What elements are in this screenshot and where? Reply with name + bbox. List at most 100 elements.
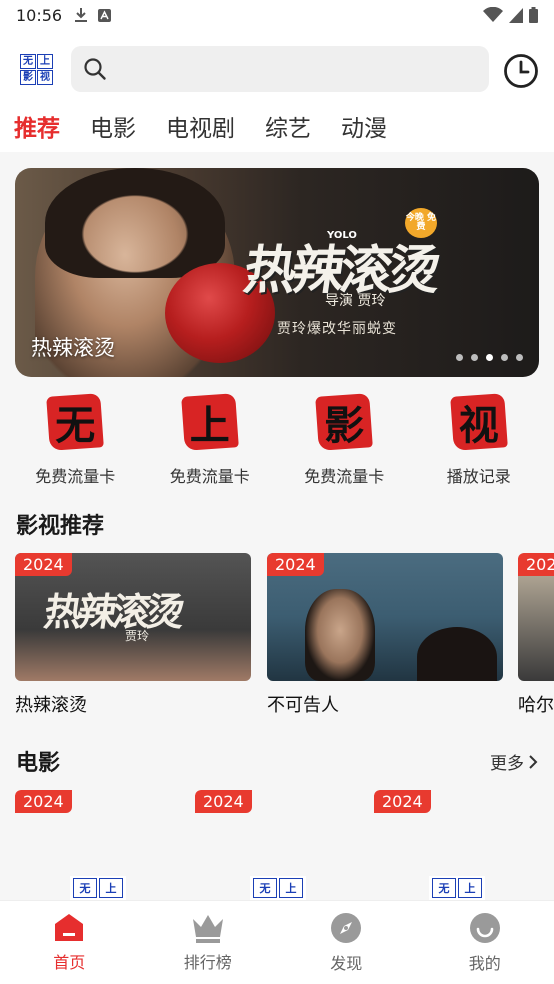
- wifi-icon: [483, 7, 503, 22]
- placeholder-logo: 无上: [250, 876, 306, 900]
- pagination-dot[interactable]: [471, 354, 478, 361]
- card-thumbnail: 2024: [267, 553, 503, 681]
- crown-icon: [192, 914, 223, 943]
- app-logo: 无 上 影 视: [20, 54, 53, 85]
- card-thumbnail: 2024: [518, 553, 554, 681]
- pagination-dot-active[interactable]: [486, 354, 493, 361]
- year-tag: 2024: [15, 553, 72, 576]
- nav-discover[interactable]: 发现: [296, 912, 396, 974]
- more-label: 更多: [490, 754, 524, 774]
- status-time: 10:56: [16, 5, 63, 25]
- nav-label: 我的: [468, 953, 501, 973]
- bottom-navigation: 首页 排行榜 发现 我的: [0, 900, 554, 984]
- recommend-card[interactable]: 2024 哈尔: [518, 553, 554, 717]
- pagination-dot[interactable]: [456, 354, 463, 361]
- brush-glyph-icon: 上: [179, 391, 241, 453]
- quick-nav-play-history[interactable]: 视 播放记录: [414, 391, 544, 487]
- chevron-right-icon: [529, 754, 538, 769]
- hero-banner[interactable]: YOLO 热辣滚烫 今晚 免费 导演 贾玲 贾玲爆改华丽蜕变 热辣滚烫: [15, 168, 539, 377]
- nav-label: 发现: [330, 953, 363, 973]
- banner-poster-hair: [45, 168, 225, 278]
- tab-anime[interactable]: 动漫: [341, 109, 387, 143]
- movie-card[interactable]: 2024 无上: [195, 790, 360, 900]
- category-tabs: 推荐 电影 电视剧 综艺 动漫: [14, 108, 387, 144]
- year-tag: 2024: [267, 553, 324, 576]
- tab-tv-series[interactable]: 电视剧: [166, 109, 235, 143]
- quick-nav-free-data-card-1[interactable]: 无 免费流量卡: [10, 391, 140, 487]
- year-tag: 2024: [374, 790, 431, 813]
- logo-char: 无: [253, 878, 277, 898]
- recommend-card[interactable]: 热辣滚烫 贾玲 2024 热辣滚烫: [15, 553, 251, 717]
- card-title: 热辣滚烫: [15, 695, 87, 716]
- logo-char: 上: [37, 54, 53, 69]
- banner-badge: 今晚 免费: [405, 208, 437, 238]
- quick-glyph: 视: [458, 402, 499, 449]
- brush-glyph-icon: 影: [313, 391, 375, 453]
- card-thumbnail: 2024 无上: [374, 790, 539, 900]
- nav-label: 首页: [53, 952, 86, 972]
- section-title-movies: 电影: [16, 751, 61, 776]
- logo-char: 上: [458, 878, 482, 898]
- banner-director-label: 导演: [325, 293, 353, 309]
- search-input[interactable]: [71, 46, 489, 92]
- card-thumbnail: 热辣滚烫 贾玲 2024: [15, 553, 251, 681]
- placeholder-logo: 无上: [70, 876, 126, 900]
- profile-icon: [469, 912, 500, 943]
- quick-glyph: 影: [324, 402, 365, 449]
- nav-home[interactable]: 首页: [19, 913, 119, 973]
- more-movies-link[interactable]: 更多: [490, 749, 538, 774]
- year-tag: 2024: [15, 790, 72, 813]
- recommend-card[interactable]: 2024 不可告人: [267, 553, 503, 717]
- card-title: 哈尔: [518, 695, 554, 716]
- download-icon: [75, 8, 88, 22]
- pagination-dot[interactable]: [516, 354, 523, 361]
- nav-label: 排行榜: [183, 952, 232, 972]
- main-content: YOLO 热辣滚烫 今晚 免费 导演 贾玲 贾玲爆改华丽蜕变 热辣滚烫 无 免费…: [0, 152, 554, 900]
- year-tag: 2024: [195, 790, 252, 813]
- quick-nav-label: 播放记录: [446, 467, 511, 486]
- quick-glyph: 无: [55, 402, 96, 449]
- banner-pagination: [456, 354, 523, 361]
- card-thumbnail: 2024 无上: [195, 790, 360, 900]
- card-thumbnail: 2024 无上: [15, 790, 180, 900]
- quick-nav: 无 免费流量卡 上 免费流量卡 影 免费流量卡 视 播放记录: [8, 391, 546, 487]
- section-title-recommend: 影视推荐: [16, 514, 105, 539]
- banner-title: 热辣滚烫: [31, 336, 115, 360]
- placeholder-logo: 无上: [429, 876, 485, 900]
- logo-char: 无: [73, 878, 97, 898]
- quick-nav-free-data-card-3[interactable]: 影 免费流量卡: [279, 391, 409, 487]
- movie-card[interactable]: 2024 无上: [374, 790, 539, 900]
- thumbnail-calligraphy: 热辣滚烫: [41, 589, 184, 634]
- brush-glyph-icon: 无: [44, 391, 106, 453]
- compass-icon: [331, 912, 362, 943]
- quick-glyph: 上: [189, 402, 230, 449]
- logo-char: 无: [432, 878, 456, 898]
- logo-char: 影: [20, 70, 36, 85]
- movie-card[interactable]: 2024 无上: [15, 790, 180, 900]
- thumbnail-face: [305, 589, 375, 681]
- brush-glyph-icon: 视: [448, 391, 510, 453]
- quick-nav-label: 免费流量卡: [304, 467, 385, 486]
- logo-char: 视: [37, 70, 53, 85]
- header: 无 上 影 视: [0, 44, 554, 94]
- logo-char: 上: [99, 878, 123, 898]
- tab-variety[interactable]: 综艺: [265, 109, 311, 143]
- quick-nav-free-data-card-2[interactable]: 上 免费流量卡: [145, 391, 275, 487]
- banner-director: 导演 贾玲: [325, 290, 385, 310]
- nav-ranking[interactable]: 排行榜: [158, 913, 258, 973]
- tab-movies[interactable]: 电影: [90, 109, 136, 143]
- home-icon: [55, 913, 84, 941]
- battery-icon: [529, 7, 538, 23]
- banner-director-name: 贾玲: [357, 293, 386, 309]
- thumbnail-figure: [417, 627, 497, 681]
- quick-nav-label: 免费流量卡: [169, 467, 250, 486]
- history-clock-icon[interactable]: [503, 53, 539, 89]
- nav-profile[interactable]: 我的: [435, 912, 535, 974]
- pagination-dot[interactable]: [501, 354, 508, 361]
- year-tag: 2024: [518, 553, 554, 576]
- card-title: 不可告人: [267, 695, 339, 716]
- tab-recommend[interactable]: 推荐: [14, 109, 60, 143]
- status-bar: 10:56: [0, 0, 554, 30]
- logo-char: 上: [279, 878, 303, 898]
- thumbnail-director: 贾玲: [125, 629, 150, 643]
